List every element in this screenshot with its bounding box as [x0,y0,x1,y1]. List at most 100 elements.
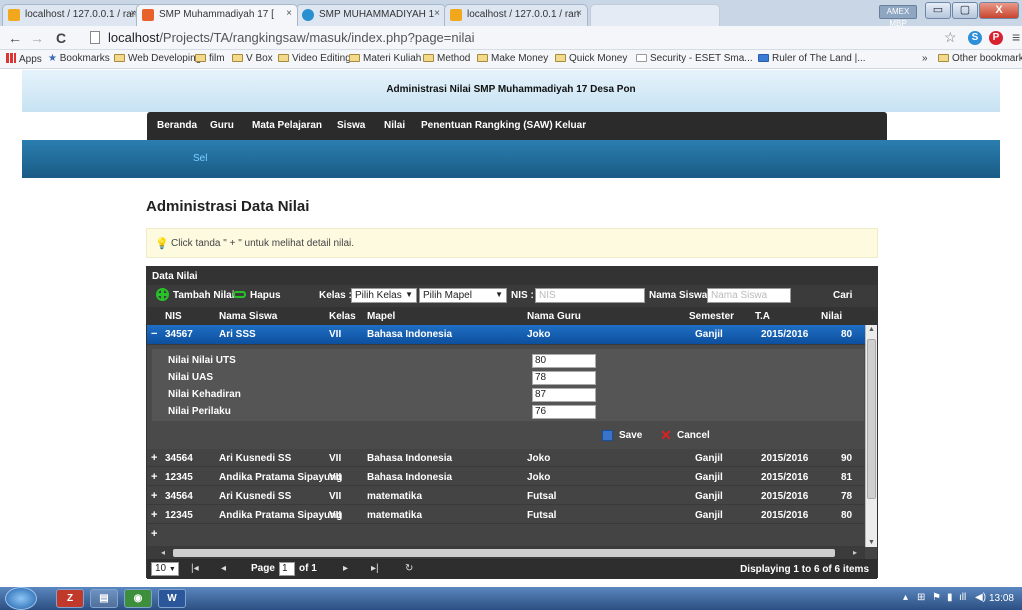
tray-app-icon[interactable]: ⊞ [917,592,925,603]
column-header-semester[interactable]: Semester [689,311,734,322]
column-header-ta[interactable]: T.A [755,311,770,322]
address-bar[interactable]: localhost/Projects/TA/rangkingsaw/masuk/… [90,29,980,47]
tab-close-icon[interactable]: × [434,8,440,19]
column-header-nama-guru[interactable]: Nama Guru [527,311,581,322]
scroll-down-icon[interactable]: ▼ [868,539,875,546]
nav-nilai[interactable]: Nilai [384,120,405,131]
browser-menu-icon[interactable]: ≡ [1012,29,1020,45]
bookmark-folder[interactable]: Materi Kuliah [349,53,421,64]
nav-keluar[interactable]: Keluar [555,120,586,131]
bookmark-page[interactable]: Ruler of The Land |... [758,53,866,64]
mapel-select[interactable]: Pilih Mapel ▼ [419,288,507,303]
expand-icon[interactable]: + [151,490,157,502]
column-header-nama-siswa[interactable]: Nama Siswa [219,311,277,322]
nav-siswa[interactable]: Siswa [337,120,365,131]
save-button[interactable]: Save [619,430,642,441]
next-page-icon[interactable]: ▸ [343,563,348,574]
bookmark-folder[interactable]: Web Developing [114,53,201,64]
collapse-icon[interactable]: − [151,328,157,340]
chrome-taskbar-icon[interactable]: ◉ [124,589,152,608]
signal-icon[interactable]: ıll [959,592,966,603]
vertical-scrollbar[interactable]: ▲ ▼ [865,325,877,547]
pinterest-extension-icon[interactable]: P [989,31,1003,45]
taskbar-clock[interactable]: 13:08 [989,593,1014,604]
refresh-icon[interactable]: ↻ [405,563,413,574]
expand-icon[interactable]: + [151,452,157,464]
scroll-right-icon[interactable]: ▸ [853,548,857,557]
maximize-button[interactable]: ▢ [952,2,978,19]
minimize-button[interactable]: ▭ [925,2,951,19]
expand-icon[interactable]: + [151,509,157,521]
kelas-select[interactable]: Pilih Kelas ▼ [351,288,417,303]
back-arrow-icon[interactable]: ← [8,30,22,46]
prev-page-icon[interactable]: ◂ [221,563,226,574]
browser-tab-1[interactable]: localhost / 127.0.0.1 / ran × [2,4,142,26]
table-row[interactable]: + 12345 Andika Pratama Sipayung VII mate… [147,506,865,524]
scrollbar-thumb[interactable] [173,549,835,557]
delete-button[interactable]: Hapus [250,290,281,301]
tray-expand-icon[interactable]: ▴ [903,592,908,603]
tab-close-icon[interactable]: × [576,8,582,19]
bookmark-folder[interactable]: Method [423,53,470,64]
column-header-nilai[interactable]: Nilai [821,311,842,322]
scrollbar-thumb[interactable] [867,339,876,499]
expand-icon[interactable]: + [151,471,157,483]
column-header-kelas[interactable]: Kelas [329,311,356,322]
first-page-icon[interactable]: |◂ [191,563,199,574]
detail-input-kehadiran[interactable]: 87 [532,388,596,402]
bookmark-apps[interactable]: Apps [6,53,42,65]
nis-search-input[interactable]: NIS [535,288,645,303]
bookmark-page[interactable]: Security - ESET Sma... [636,53,753,64]
tab-close-icon[interactable]: × [286,8,292,19]
bookmark-other[interactable]: Other bookmarks [938,53,1022,64]
browser-tab-4[interactable]: localhost / 127.0.0.1 / ran × [444,4,588,26]
detail-input-uas[interactable]: 78 [532,371,596,385]
browser-tab-2[interactable]: SMP Muhammadiyah 17 [ × [136,4,298,26]
nav-guru[interactable]: Guru [210,120,234,131]
bookmark-bookmarks[interactable]: ★ Bookmarks [48,53,110,64]
nama-siswa-search-input[interactable]: Nama Siswa [707,288,791,303]
volume-icon[interactable]: ◀) [975,592,986,603]
bookmark-folder[interactable]: Quick Money [555,53,627,64]
last-page-icon[interactable]: ▸| [371,563,379,574]
skype-extension-icon[interactable]: S [968,31,982,45]
page-number-input[interactable]: 1 [279,562,295,576]
bookmark-star-icon[interactable]: ☆ [944,29,957,46]
table-row[interactable]: + 34564 Ari Kusnedi SS VII Bahasa Indone… [147,449,865,467]
word-taskbar-icon[interactable]: W [158,589,186,608]
bookmarks-overflow[interactable]: » [922,53,928,64]
table-row-selected[interactable]: − 34567 Ari SSS VII Bahasa Indonesia Jok… [147,325,865,345]
page-size-select[interactable]: 10 ▼ [151,562,179,576]
detail-input-uts[interactable]: 80 [532,354,596,368]
bookmark-folder[interactable]: V Box [232,53,273,64]
battery-icon[interactable]: ▮ [947,592,953,603]
browser-tab-3[interactable]: SMP MUHAMMADIYAH 1 × [296,4,446,26]
table-row[interactable]: + 34564 Ari Kusnedi SS VII matematika Fu… [147,487,865,505]
scroll-up-icon[interactable]: ▲ [868,326,875,333]
column-header-mapel[interactable]: Mapel [367,311,395,322]
nav-penentuan-rangking[interactable]: Penentuan Rangking (SAW) [421,120,553,131]
search-button[interactable]: Cari [833,290,852,301]
column-header-nis[interactable]: NIS [165,311,182,322]
scroll-left-icon[interactable]: ◂ [161,548,165,557]
add-nilai-button[interactable]: Tambah Nilai [173,290,235,301]
table-row-partial[interactable]: + [147,525,865,547]
forward-arrow-icon[interactable]: → [30,30,44,46]
detail-input-perilaku[interactable]: 76 [532,405,596,419]
cancel-button[interactable]: Cancel [677,430,710,441]
file-explorer-taskbar-icon[interactable]: ▤ [90,589,118,608]
reload-icon[interactable]: C [56,30,66,46]
bookmark-folder[interactable]: Make Money [477,53,548,64]
nav-beranda[interactable]: Beranda [157,120,197,131]
new-tab-button[interactable] [590,4,720,26]
close-window-button[interactable]: X [979,2,1019,19]
bookmark-folder[interactable]: film [195,53,225,64]
filezilla-taskbar-icon[interactable]: Z [56,589,84,608]
action-center-flag-icon[interactable]: ⚑ [932,592,941,603]
expand-icon[interactable]: + [151,528,157,540]
bookmark-folder[interactable]: Video Editing [278,53,351,64]
table-row[interactable]: + 12345 Andika Pratama Sipayung VII Baha… [147,468,865,486]
nav-mata-pelajaran[interactable]: Mata Pelajaran [252,120,322,131]
windows-start-icon[interactable] [5,587,37,610]
horizontal-scrollbar[interactable]: ◂ ▸ [147,547,865,559]
